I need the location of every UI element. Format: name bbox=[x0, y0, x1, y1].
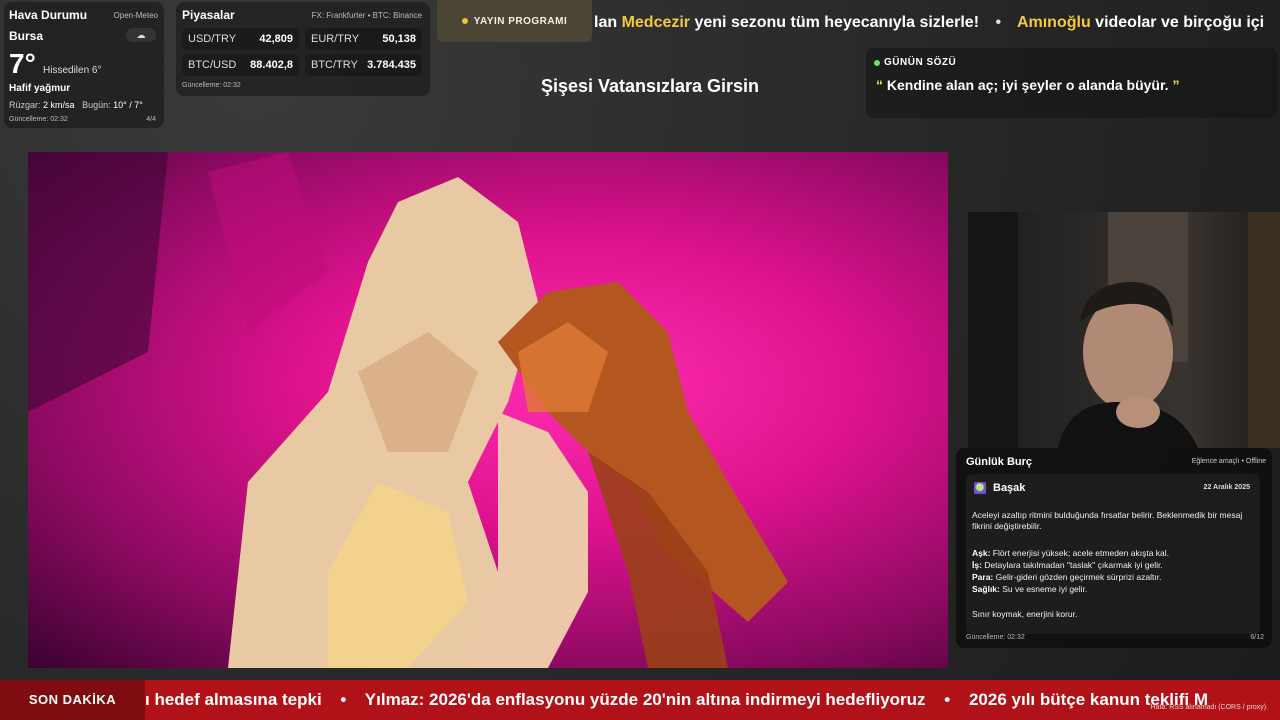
horoscope-widget: Günlük Burç Eğlence amaçlı • Offline ♍ B… bbox=[956, 448, 1272, 648]
market-cell: EUR/TRY 50,138 bbox=[305, 28, 422, 50]
top-ticker: lan Medcezir yeni sezonu tüm heyecanıyla… bbox=[594, 10, 1280, 36]
wind-value: 2 km/sa bbox=[43, 100, 75, 110]
market-cell: USD/TRY 42,809 bbox=[182, 28, 299, 50]
weather-wind-row: Rüzgar: 2 km/sa Bugün: 10° / 7° bbox=[9, 100, 143, 110]
weather-temperature: 7° bbox=[9, 48, 36, 79]
breaking-ticker: ı hedef almasına tepki • Yılmaz: 2026'da… bbox=[145, 680, 1280, 720]
quote-header: GÜNÜN SÖZÜ bbox=[874, 57, 956, 68]
market-value: 3.784.435 bbox=[367, 59, 416, 71]
ticker-text: lan bbox=[594, 14, 622, 31]
rss-error-text: Hata: RSS alınamadı (CORS / proxy). bbox=[1150, 704, 1268, 711]
weather-city: Bursa bbox=[9, 29, 44, 43]
weather-condition: Hafif yağmur bbox=[9, 83, 71, 94]
weather-source: Open-Meteo bbox=[113, 11, 158, 20]
now-playing-title: Şişesi Vatansızlara Girsin bbox=[540, 76, 760, 96]
markets-widget: Piyasalar FX: Frankfurter • BTC: Binance… bbox=[176, 2, 430, 96]
line-label: Para: bbox=[972, 572, 994, 582]
market-label: BTC/TRY bbox=[311, 59, 358, 71]
markets-title: Piyasalar bbox=[182, 8, 235, 22]
line-text: Detaylara takılmadan "taslak" çıkarmak i… bbox=[981, 560, 1163, 570]
quote-widget: GÜNÜN SÖZÜ “ Kendine alan aç; iyi şeyler… bbox=[866, 48, 1278, 118]
cloud-rain-icon: ☁ bbox=[126, 28, 156, 42]
horoscope-title: Günlük Burç bbox=[966, 456, 1033, 468]
market-value: 88.402,8 bbox=[250, 59, 293, 71]
line-text: Gelir-gideri gözden geçirmek sürprizi az… bbox=[993, 572, 1162, 582]
line-text: Flört enerjisi yüksek; acele etmeden akı… bbox=[990, 548, 1170, 558]
horoscope-sign: ♍ Başak bbox=[974, 482, 1025, 494]
ticker-separator: • bbox=[340, 690, 347, 709]
ticker-separator: • bbox=[944, 690, 951, 709]
video-frame-illustration bbox=[28, 152, 788, 668]
horoscope-line: Aşk: Flört enerjisi yüksek; acele etmede… bbox=[972, 548, 1169, 558]
status-dot-icon bbox=[874, 59, 880, 66]
webcam-person-illustration bbox=[968, 212, 1280, 448]
video-player[interactable] bbox=[28, 152, 948, 668]
horoscope-footer-note: Sınır koymak, enerjini korur. bbox=[972, 609, 1078, 619]
schedule-badge: YAYIN PROGRAMI bbox=[437, 0, 592, 42]
breaking-label: SON DAKİKA bbox=[0, 680, 145, 720]
line-label: Sağlık: bbox=[972, 584, 1000, 594]
weather-page: 4/4 bbox=[146, 116, 156, 123]
market-cell: BTC/USD 88.402,8 bbox=[182, 54, 299, 76]
ticker-item: ı hedef almasına tepki bbox=[145, 690, 322, 709]
today-value: 10° / 7° bbox=[113, 100, 143, 110]
horoscope-updated: Güncelleme: 02:32 bbox=[966, 634, 1025, 641]
line-label: Aşk: bbox=[972, 548, 991, 558]
quote-close-mark: ” bbox=[1172, 77, 1180, 93]
weather-widget: Hava Durumu Open-Meteo Bursa ☁ 7° Hissed… bbox=[4, 2, 164, 128]
line-text: Su ve esneme iyi gelir. bbox=[999, 584, 1088, 594]
market-label: BTC/USD bbox=[188, 59, 237, 71]
status-dot-icon bbox=[461, 18, 468, 24]
horoscope-line: Sağlık: Su ve esneme iyi gelir. bbox=[972, 584, 1087, 594]
horoscope-card: ♍ Başak 22 Aralık 2025 Aceleyi azaltıp r… bbox=[966, 474, 1260, 634]
weather-feels-like: Hissedilen 6° bbox=[43, 65, 102, 76]
horoscope-date: 22 Aralık 2025 bbox=[1203, 484, 1250, 491]
horoscope-line: Para: Gelir-gideri gözden geçirmek sürpr… bbox=[972, 572, 1161, 582]
breaking-news-bar: SON DAKİKA ı hedef almasına tepki • Yılm… bbox=[0, 680, 1280, 720]
ticker-separator: • bbox=[995, 14, 1002, 31]
quote-open-mark: “ bbox=[876, 77, 883, 93]
schedule-label: YAYIN PROGRAMI bbox=[473, 15, 568, 27]
markets-source: FX: Frankfurter • BTC: Binance bbox=[311, 11, 422, 20]
horoscope-line: İş: Detaylara takılmadan "taslak" çıkarm… bbox=[972, 560, 1163, 570]
market-value: 42,809 bbox=[259, 33, 293, 45]
market-cell: BTC/TRY 3.784.435 bbox=[305, 54, 422, 76]
horoscope-description: Aceleyi azaltıp ritmini bulduğunda fırsa… bbox=[972, 510, 1243, 531]
weather-title: Hava Durumu bbox=[9, 8, 88, 22]
webcam-feed bbox=[968, 212, 1280, 448]
ticker-text: yeni sezonu tüm heyecanıyla sizlerle! bbox=[690, 14, 980, 31]
weather-updated: Güncelleme: 02:32 bbox=[9, 116, 68, 123]
quote-text: “ Kendine alan aç; iyi şeyler o alanda b… bbox=[876, 77, 1179, 93]
ticker-highlight: Medcezir bbox=[621, 14, 691, 31]
today-label: Bugün: bbox=[82, 100, 111, 110]
sign-name: Başak bbox=[993, 482, 1026, 494]
ticker-text: videolar ve birçoğu içi bbox=[1090, 14, 1265, 31]
virgo-icon: ♍ bbox=[974, 482, 986, 494]
ticker-highlight: Amınoğlu bbox=[1016, 14, 1091, 31]
market-value: 50,138 bbox=[382, 33, 416, 45]
quote-header-label: GÜNÜN SÖZÜ bbox=[884, 57, 957, 68]
horoscope-mode: Eğlence amaçlı • Offline bbox=[1191, 458, 1266, 465]
market-label: EUR/TRY bbox=[311, 33, 360, 45]
wind-label: Rüzgar: bbox=[9, 100, 41, 110]
market-label: USD/TRY bbox=[188, 33, 237, 45]
markets-row: USD/TRY 42,809 EUR/TRY 50,138 bbox=[182, 28, 422, 50]
markets-row: BTC/USD 88.402,8 BTC/TRY 3.784.435 bbox=[182, 54, 422, 76]
markets-updated: Güncelleme: 02:32 bbox=[182, 82, 241, 89]
line-label: İş: bbox=[972, 560, 982, 570]
horoscope-page: 6/12 bbox=[1250, 634, 1264, 641]
ticker-item: Yılmaz: 2026'da enflasyonu yüzde 20'nin … bbox=[364, 690, 926, 709]
quote-body: Kendine alan aç; iyi şeyler o alanda büy… bbox=[883, 77, 1173, 93]
